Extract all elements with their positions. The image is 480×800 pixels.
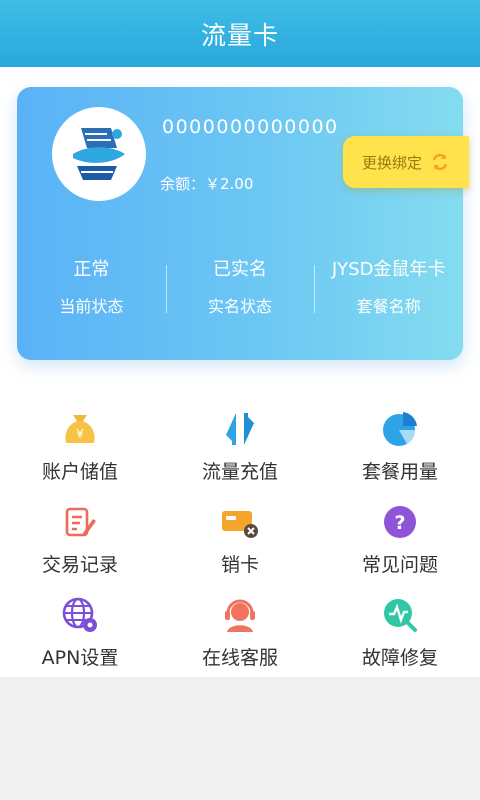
balance-text: 余额：￥2.00 (160, 175, 254, 193)
menu-plan-usage[interactable]: 套餐用量 (320, 397, 480, 490)
current-status: 正常 当前状态 (17, 255, 166, 325)
rebind-button[interactable]: 更换绑定 (343, 136, 469, 188)
refresh-icon (432, 153, 448, 171)
plan-name: JYSD金鼠年卡 套餐名称 (314, 255, 463, 325)
app-header: 流量卡 (0, 0, 480, 67)
money-bag-icon: ¥ (60, 409, 100, 449)
pie-chart-icon (380, 409, 420, 449)
menu-data-recharge[interactable]: 流量充值 (160, 397, 320, 490)
stat-label: 当前状态 (59, 297, 124, 316)
menu-label: 流量充值 (201, 461, 278, 483)
svg-text:¥: ¥ (76, 427, 84, 441)
repair-search-icon (380, 595, 420, 635)
menu-faq[interactable]: ? 常见问题 (320, 490, 480, 583)
stat-value: JYSD金鼠年卡 (331, 259, 446, 280)
question-icon: ? (380, 502, 420, 542)
menu-transactions[interactable]: 交易记录 (0, 490, 160, 583)
transfer-arrows-icon (220, 409, 260, 449)
menu-label: APN设置 (41, 647, 119, 669)
card-number: 0000000000000 (162, 116, 339, 138)
menu-apn-settings[interactable]: APN设置 (0, 583, 160, 676)
sim-card-panel: 0000000000000 余额：￥2.00 更换绑定 正常 当前状态 已实名 … (17, 87, 469, 360)
stat-label: 实名状态 (208, 297, 273, 316)
stat-value: 正常 (73, 259, 110, 280)
menu-label: 故障修复 (361, 647, 438, 669)
globe-settings-icon (60, 595, 100, 635)
menu-account-topup[interactable]: ¥ 账户储值 (0, 397, 160, 490)
menu-cancel-card[interactable]: 销卡 (160, 490, 320, 583)
menu-label: 交易记录 (41, 554, 118, 576)
card-logo (52, 107, 146, 201)
menu-label: 套餐用量 (361, 461, 438, 483)
svg-text:?: ? (394, 512, 405, 534)
stat-value: 已实名 (213, 259, 267, 280)
customer-service-icon (220, 595, 260, 635)
menu-label: 账户储值 (41, 461, 118, 483)
menu-customer-service[interactable]: 在线客服 (160, 583, 320, 676)
menu-label: 销卡 (220, 554, 259, 576)
rebind-label: 更换绑定 (361, 153, 422, 172)
page-title: 流量卡 (200, 20, 279, 50)
realname-status: 已实名 实名状态 (165, 255, 315, 325)
function-grid: ¥ 账户储值 流量充值 套餐用量 交易记录 销卡 ? 常见问题 APN设置 在线… (0, 397, 480, 677)
menu-label: 在线客服 (201, 647, 278, 669)
status-row: 正常 当前状态 已实名 实名状态 JYSD金鼠年卡 套餐名称 (17, 255, 463, 325)
brand-logo-icon (73, 128, 125, 180)
cancel-card-icon (220, 502, 260, 542)
record-edit-icon (60, 502, 100, 542)
menu-fault-repair[interactable]: 故障修复 (320, 583, 480, 676)
menu-label: 常见问题 (361, 554, 438, 576)
stat-label: 套餐名称 (356, 297, 421, 316)
